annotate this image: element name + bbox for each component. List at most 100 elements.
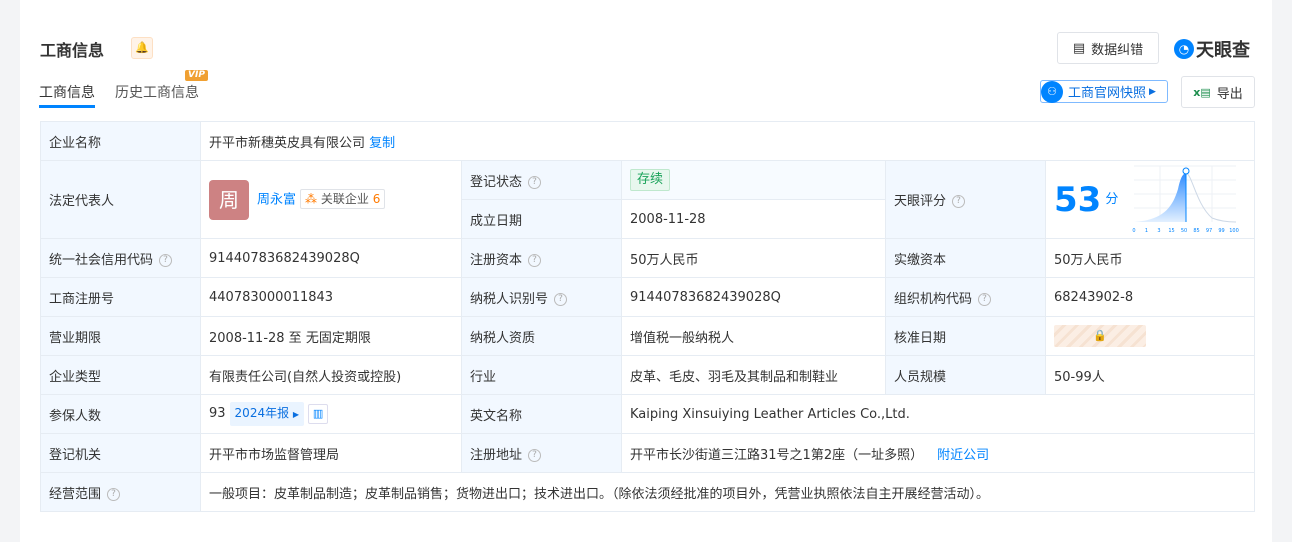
caret-right-icon: ▶: [292, 410, 300, 419]
label: 企业名称: [40, 121, 201, 161]
lock-icon: 🔒: [1093, 329, 1107, 342]
related-count: 6: [372, 192, 381, 206]
bar-chart-icon[interactable]: ▥: [308, 403, 329, 424]
label: 组织机构代码: [894, 291, 973, 307]
business-term: 2008-11-28 至 无固定期限: [200, 316, 462, 356]
label: 工商注册号: [40, 277, 201, 317]
score-tick-label: 1: [1145, 228, 1148, 234]
logo-icon: ◔: [1174, 39, 1194, 59]
registration-authority: 开平市市场监督管理局: [200, 433, 462, 473]
score-value: 53: [1054, 179, 1102, 220]
related-label: 关联企业: [320, 192, 369, 206]
label: 行业: [461, 355, 622, 395]
score-tick-label: 85: [1194, 228, 1200, 234]
score-unit: 分: [1105, 192, 1119, 207]
company-name-cell: 开平市新穗英皮具有限公司 复制: [200, 121, 1255, 161]
section-title: 工商信息: [40, 41, 105, 60]
label: 登记状态: [470, 174, 523, 190]
help-icon[interactable]: ?: [528, 448, 542, 462]
annual-report-button[interactable]: 2024年报 ▶: [229, 402, 305, 426]
status-badge: 存续: [630, 169, 671, 191]
nearby-companies-link[interactable]: 附近公司: [937, 448, 989, 463]
label: 法定代表人: [40, 160, 201, 239]
table-row: 企业类型 有限责任公司(自然人投资或控股) 行业 皮革、毛皮、羽毛及其制品和制鞋业 人员…: [40, 355, 1255, 395]
help-icon[interactable]: ?: [952, 195, 966, 208]
score-tick-label: 99: [1219, 228, 1225, 234]
paid-capital: 50万人民币: [1045, 238, 1255, 278]
label: 天眼评分: [894, 194, 947, 209]
label: 营业期限: [40, 316, 201, 356]
score-tick-label: 15: [1169, 228, 1175, 234]
legal-rep-cell: 周周永富 ⁂ 关联企业 6: [200, 160, 462, 239]
avatar: 周: [209, 179, 249, 220]
address: 开平市长沙街道三江路31号之1第2座（一址多照）: [630, 447, 924, 463]
score-distribution-chart: 0 1 3 15 50 85 97 99 100: [1133, 165, 1240, 234]
export-button[interactable]: x▤ 导出: [1181, 76, 1255, 108]
export-label: 导出: [1216, 86, 1243, 102]
table-row: 统一社会信用代码? 91440783682439028Q 注册资本? 50万人民币 实缴…: [40, 238, 1255, 278]
score-tick-label: 3: [1158, 228, 1161, 234]
locked-approval-date[interactable]: 🔒: [1054, 325, 1146, 347]
network-icon: ⁂: [305, 192, 318, 206]
bell-icon[interactable]: 🔔: [131, 37, 153, 59]
help-icon[interactable]: ?: [107, 487, 121, 501]
staff-size: 50-99人: [1045, 355, 1255, 395]
logo-text: 天眼查: [1196, 40, 1250, 61]
table-row: 经营范围? 一般项目：皮革制品制造；皮革制品销售；货物进出口；技术进出口。（除依法…: [40, 472, 1255, 512]
excel-icon: x▤: [1193, 85, 1211, 99]
annual-report-label: 2024年报: [234, 406, 290, 420]
label: 注册资本: [470, 252, 523, 268]
founded-date: 2008-11-28: [621, 199, 886, 239]
company-type: 有限责任公司(自然人投资或控股): [200, 355, 462, 395]
business-info-table: 企业名称 开平市新穗英皮具有限公司 复制 法定代表人 周周永富 ⁂ 关联企业 6 登…: [40, 121, 1255, 512]
data-correction-button[interactable]: ▤ 数据纠错: [1057, 32, 1159, 64]
score-tick-label: 97: [1206, 228, 1212, 234]
official-snapshot-button[interactable]: ⚇ 工商官网快照 ▶: [1040, 80, 1168, 103]
snapshot-label: 工商官网快照: [1068, 86, 1147, 101]
table-row: 参保人数 93 2024年报 ▶ ▥ 英文名称 Kaiping Xinsuiying Le…: [40, 394, 1255, 434]
table-row: 企业名称 开平市新穗英皮具有限公司 复制: [40, 121, 1255, 161]
english-name: Kaiping Xinsuiying Leather Articles Co.,…: [621, 394, 1255, 434]
stamp-icon: ⚇: [1041, 80, 1063, 103]
label: 纳税人资质: [461, 316, 622, 356]
business-info-card: 工商信息 🔔 工商信息 历史工商信息 VIP ▤ 数据纠错 ◔ 天眼查 ⚇ 工商官网快…: [20, 0, 1272, 542]
insured-count: 93: [209, 406, 226, 421]
table-row: 工商注册号 440783000011843 纳税人识别号? 9144078368243…: [40, 277, 1255, 317]
score-tick-label: 100: [1230, 228, 1240, 234]
help-icon[interactable]: ?: [528, 253, 542, 267]
help-icon[interactable]: ?: [159, 253, 173, 267]
table-row: 营业期限 2008-11-28 至 无固定期限 纳税人资质 增值税一般纳税人 核准日期 🔒: [40, 316, 1255, 356]
taxpayer-id: 91440783682439028Q: [621, 277, 886, 317]
caret-right-icon: ▶: [1149, 86, 1156, 97]
score-cell: 53 分 0 1 3 15 50 85 97 99 100: [1045, 160, 1255, 239]
taxpayer-type: 增值税一般纳税人: [621, 316, 886, 356]
help-icon[interactable]: ?: [528, 175, 542, 189]
label: 注册地址: [470, 447, 523, 463]
document-icon: ▤: [1072, 40, 1086, 56]
tab-business-info[interactable]: 工商信息: [39, 82, 95, 102]
label: 经营范围: [49, 486, 102, 502]
table-row: 法定代表人 周周永富 ⁂ 关联企业 6 登记状态? 存续 天眼评分? 53 分 0 1…: [40, 160, 1255, 239]
credit-code: 91440783682439028Q: [200, 238, 462, 278]
label: 英文名称: [461, 394, 622, 434]
data-correction-label: 数据纠错: [1091, 42, 1144, 58]
tianyancha-logo: ◔ 天眼查: [1174, 36, 1250, 62]
related-companies-tag[interactable]: ⁂ 关联企业 6: [300, 189, 386, 209]
copy-link[interactable]: 复制: [369, 136, 395, 151]
label: 企业类型: [40, 355, 201, 395]
reg-no: 440783000011843: [200, 277, 462, 317]
label: 纳税人识别号: [470, 291, 549, 307]
label: 参保人数: [40, 394, 201, 434]
company-name: 开平市新穗英皮具有限公司: [209, 135, 366, 151]
legal-rep-link[interactable]: 周永富: [257, 192, 296, 207]
table-row: 登记机关 开平市市场监督管理局 注册地址? 开平市长沙街道三江路31号之1第2座（一址…: [40, 433, 1255, 473]
org-code: 68243902-8: [1045, 277, 1255, 317]
reg-capital: 50万人民币: [621, 238, 886, 278]
score-tick-label: 0: [1133, 228, 1136, 234]
label: 统一社会信用代码: [49, 252, 154, 268]
help-icon[interactable]: ?: [554, 292, 568, 306]
score-tick-label: 50: [1181, 228, 1187, 234]
label: 成立日期: [461, 199, 622, 239]
tab-history[interactable]: 历史工商信息: [115, 82, 199, 102]
help-icon[interactable]: ?: [978, 292, 992, 306]
